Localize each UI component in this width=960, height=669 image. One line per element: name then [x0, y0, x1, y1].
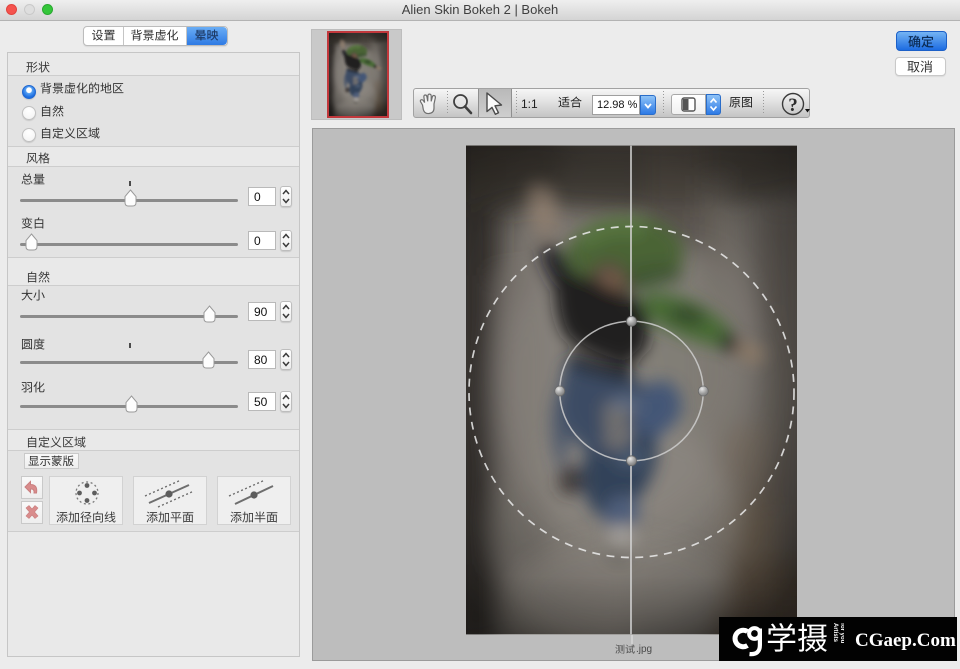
- svg-text:for you: for you: [839, 623, 844, 644]
- svg-text:?: ?: [788, 95, 798, 116]
- svg-text:Artists: Artists: [832, 623, 838, 643]
